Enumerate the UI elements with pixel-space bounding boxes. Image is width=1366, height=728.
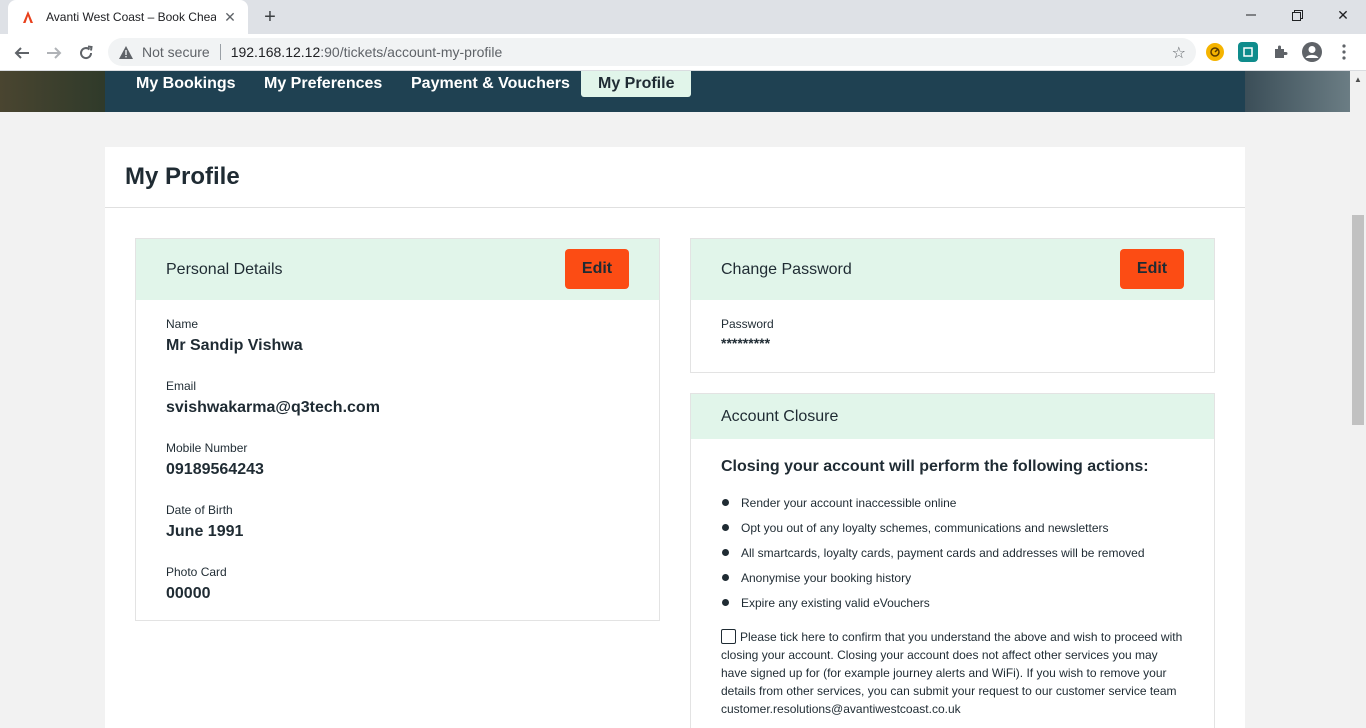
nav-my-preferences[interactable]: My Preferences [248, 71, 398, 97]
forward-arrow-icon[interactable] [40, 39, 68, 67]
personal-details-panel: Personal Details Edit Name Mr Sandip Vis… [135, 238, 660, 621]
mobile-value: 09189564243 [166, 461, 264, 478]
bookmark-star-icon[interactable]: ☆ [1172, 43, 1186, 63]
extensions-puzzle-icon[interactable] [1270, 42, 1290, 62]
nav-my-profile[interactable]: My Profile [581, 71, 692, 97]
extension-speed-icon[interactable] [1206, 43, 1224, 61]
nav-payment-vouchers[interactable]: Payment & Vouchers [395, 71, 586, 97]
extension-square-icon[interactable] [1238, 42, 1258, 62]
edit-password-button[interactable]: Edit [1120, 249, 1184, 289]
divider [219, 44, 221, 60]
confirm-close-checkbox[interactable] [721, 629, 736, 644]
back-arrow-icon[interactable] [8, 39, 36, 67]
closure-actions-list: Render your account inaccessible online … [721, 494, 1145, 619]
email-value: svishwakarma@q3tech.com [166, 399, 380, 416]
new-tab-icon[interactable]: + [258, 5, 282, 29]
scrollbar-thumb[interactable] [1352, 215, 1364, 425]
url-text[interactable]: 192.168.12.12:90/tickets/account-my-prof… [231, 44, 503, 60]
confirm-text: Please tick here to confirm that you und… [721, 630, 1183, 716]
hero-image-right [1245, 71, 1350, 112]
avanti-logo-icon [20, 9, 36, 25]
change-password-panel: Change Password Edit Password ********* [690, 238, 1215, 373]
list-item: Expire any existing valid eVouchers [721, 594, 1145, 619]
tab-title: Avanti West Coast – Book Cheap [46, 10, 216, 24]
change-password-title: Change Password [721, 261, 852, 278]
browser-tab[interactable]: Avanti West Coast – Book Cheap ✕ [8, 0, 248, 34]
email-label: Email [166, 379, 197, 393]
warning-icon[interactable] [118, 44, 134, 60]
reload-icon[interactable] [72, 39, 100, 67]
hero-image-left [0, 71, 105, 112]
page-scrollbar[interactable]: ▲ [1350, 71, 1366, 728]
divider [105, 207, 1245, 208]
url-host: 192.168.12.12 [230, 44, 321, 60]
personal-details-header: Personal Details Edit [136, 239, 659, 300]
minimize-icon[interactable] [1228, 0, 1274, 30]
personal-details-title: Personal Details [166, 261, 283, 278]
url-path: :90/tickets/account-my-profile [320, 44, 503, 60]
edit-personal-details-button[interactable]: Edit [565, 249, 629, 289]
closure-heading: Closing your account will perform the fo… [721, 458, 1149, 475]
dob-label: Date of Birth [166, 503, 233, 517]
close-window-icon[interactable]: ✕ [1320, 0, 1366, 30]
dob-value: June 1991 [166, 523, 244, 540]
profile-card: My Profile Personal Details Edit Name Mr… [105, 147, 1245, 728]
account-nav: My Bookings My Preferences Payment & Vou… [105, 71, 1245, 112]
closure-confirm: Please tick here to confirm that you und… [721, 628, 1186, 718]
account-closure-panel: Account Closure Closing your account wil… [690, 393, 1215, 728]
account-closure-title: Account Closure [721, 408, 839, 425]
list-item: Opt you out of any loyalty schemes, comm… [721, 519, 1145, 544]
browser-toolbar: Not secure 192.168.12.12:90/tickets/acco… [0, 34, 1366, 71]
photo-card-value: 00000 [166, 585, 211, 602]
profile-avatar-icon[interactable] [1300, 40, 1324, 64]
page-content: My Bookings My Preferences Payment & Vou… [0, 71, 1350, 728]
nav-my-bookings[interactable]: My Bookings [120, 71, 252, 97]
password-value: ********* [721, 335, 771, 351]
photo-card-label: Photo Card [166, 565, 227, 579]
security-status[interactable]: Not secure [142, 44, 210, 60]
restore-icon[interactable] [1274, 0, 1320, 30]
address-bar[interactable]: Not secure 192.168.12.12:90/tickets/acco… [108, 38, 1196, 66]
change-password-header: Change Password Edit [691, 239, 1214, 300]
browser-tabbar: Avanti West Coast – Book Cheap ✕ + ✕ [0, 0, 1366, 34]
mobile-label: Mobile Number [166, 441, 248, 455]
list-item: Render your account inaccessible online [721, 494, 1145, 519]
browser-menu-icon[interactable] [1334, 42, 1354, 62]
name-label: Name [166, 317, 199, 331]
password-label: Password [721, 317, 774, 331]
list-item: Anonymise your booking history [721, 569, 1145, 594]
name-value: Mr Sandip Vishwa [166, 337, 303, 354]
list-item: All smartcards, loyalty cards, payment c… [721, 544, 1145, 569]
page-title: My Profile [125, 163, 240, 190]
close-tab-icon[interactable]: ✕ [222, 9, 238, 25]
account-closure-header: Account Closure [691, 394, 1214, 439]
scroll-up-icon[interactable]: ▲ [1350, 71, 1366, 87]
